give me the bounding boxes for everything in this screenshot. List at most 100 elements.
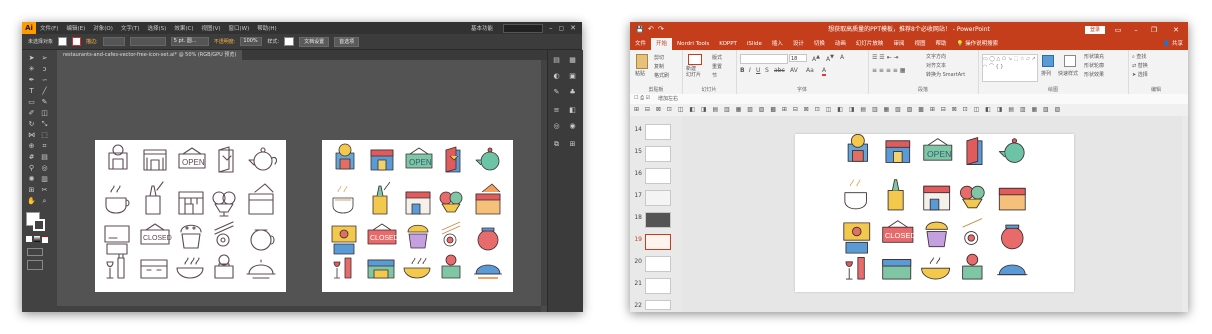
pen-tool-icon[interactable]: ✒	[27, 76, 36, 84]
align-text-button[interactable]: 对齐文本	[926, 62, 946, 69]
pp-slide-editor[interactable]: OPEN CLOSED	[682, 116, 1182, 312]
width-tool-icon[interactable]: ⋈	[27, 131, 36, 139]
grow-font-icon[interactable]: A▲	[812, 54, 820, 63]
rotate-tool-icon[interactable]: ↻	[27, 120, 36, 128]
reset-button[interactable]: 重置	[712, 63, 722, 70]
slide-thumbnail[interactable]	[645, 168, 671, 184]
paintbrush-tool-icon[interactable]: ✎	[40, 98, 49, 106]
tab-insert[interactable]: 插入	[767, 38, 788, 50]
slide-thumbnail[interactable]	[645, 212, 671, 228]
blend-tool-icon[interactable]: ◎	[40, 164, 49, 172]
tab-animations[interactable]: 动画	[830, 38, 851, 50]
tab-design[interactable]: 设计	[788, 38, 809, 50]
text-direction-button[interactable]: 文字方向	[926, 53, 946, 60]
char-spacing-icon[interactable]: AV	[790, 67, 798, 74]
qat-label[interactable]: 增加左右	[658, 95, 678, 102]
variable-width-field[interactable]	[129, 37, 166, 46]
swatches-panel-icon[interactable]: ▣	[568, 72, 577, 80]
layers-panel-icon[interactable]: ⧉	[552, 140, 561, 148]
maximize-icon[interactable]: ▢	[558, 25, 564, 32]
artboard-color-icons[interactable]: OPEN CLOSED	[322, 140, 513, 292]
preferences-button[interactable]: 首选项	[334, 36, 360, 47]
symbol-sprayer-tool-icon[interactable]: ✺	[27, 175, 36, 183]
slide-thumbnail[interactable]	[645, 146, 671, 162]
bullets-icon[interactable]: ☰ ☰ ⇤ ⇥	[872, 54, 899, 61]
tab-file[interactable]: 文件	[630, 38, 651, 50]
brushes-panel-icon[interactable]: ✎	[552, 88, 561, 96]
tab-slideshow[interactable]: 幻灯片放映	[851, 38, 889, 50]
artboard-outline-icons[interactable]: OPEN CLOSED	[95, 140, 286, 292]
tab-view[interactable]: 视图	[909, 38, 930, 50]
color-panel-icon[interactable]: ◐	[552, 72, 561, 80]
current-slide[interactable]: OPEN CLOSED	[795, 133, 1074, 292]
font-name-field[interactable]	[740, 54, 788, 64]
find-button[interactable]: ⌕ 查找	[1132, 53, 1146, 60]
perspective-grid-tool-icon[interactable]: ⌗	[40, 142, 49, 150]
drawing-mode-icon[interactable]	[27, 248, 43, 256]
shaper-tool-icon[interactable]: ✐	[27, 109, 36, 117]
hand-tool-icon[interactable]: ✋	[27, 197, 36, 205]
none-mode-icon[interactable]	[42, 236, 48, 243]
artboard-tool-icon[interactable]: ⊞	[27, 186, 36, 194]
slide-thumbnail[interactable]	[645, 278, 671, 294]
menu-help[interactable]: 帮助(H)	[253, 24, 280, 32]
tab-koppt[interactable]: KOPPT	[714, 38, 742, 50]
pp-slide-thumbnails[interactable]: 14 15 16 17 18 19 20 21 22	[630, 116, 683, 312]
gradient-mode-icon[interactable]	[34, 236, 40, 242]
copy-button[interactable]: 复制	[654, 63, 664, 70]
qat-icons[interactable]: ☐ ⎙ ☑	[634, 95, 650, 101]
ribbon-display-icon[interactable]: ▭	[1110, 22, 1126, 38]
menu-type[interactable]: 文字(T)	[117, 24, 144, 32]
slice-tool-icon[interactable]: ✂	[40, 186, 49, 194]
ai-document-tab[interactable]: restaurants-and-cafes-vector-free-icon-s…	[57, 50, 243, 60]
tab-transitions[interactable]: 切换	[809, 38, 830, 50]
change-case-icon[interactable]: Aa	[806, 67, 814, 74]
maximize-icon[interactable]: ❐	[1146, 22, 1162, 38]
line-tool-icon[interactable]: ╱	[40, 87, 49, 95]
align-icons[interactable]: ≡ ≡ ≡ ≡ ▦	[872, 67, 905, 74]
shape-builder-tool-icon[interactable]: ⊕	[27, 142, 36, 150]
ai-horizontal-scrollbar[interactable]	[57, 306, 541, 312]
shape-fill-button[interactable]: 形状填充	[1084, 53, 1104, 60]
convert-smartart-button[interactable]: 转换为 SmartArt	[926, 71, 965, 78]
arrange-button[interactable]: 排列	[1041, 70, 1051, 77]
workspace-switcher[interactable]: 基本功能	[467, 24, 497, 32]
stroke-weight-field[interactable]	[102, 37, 125, 46]
free-transform-tool-icon[interactable]: ⬚	[40, 131, 49, 139]
column-graph-tool-icon[interactable]: ▥	[40, 175, 49, 183]
shadow-icon[interactable]: S	[765, 67, 769, 74]
arrange-icon[interactable]	[1042, 55, 1054, 67]
stroke-panel-icon[interactable]: ≡	[552, 106, 561, 114]
ai-search-input[interactable]	[502, 23, 543, 33]
select-button[interactable]: ➤ 选择	[1132, 71, 1148, 78]
slide-thumbnail[interactable]	[645, 190, 671, 206]
curvature-tool-icon[interactable]: ∽	[40, 76, 49, 84]
slide-thumbnail[interactable]	[645, 256, 671, 272]
brush-field[interactable]: 5 pt. 圆...	[170, 37, 209, 46]
close-icon[interactable]: ✕	[1168, 22, 1184, 38]
tab-help[interactable]: 帮助	[930, 38, 951, 50]
tab-nordri-tools[interactable]: Nordri Tools	[672, 38, 714, 50]
document-setup-button[interactable]: 文档设置	[299, 36, 330, 47]
minimize-icon[interactable]: –	[549, 24, 553, 32]
new-slide-icon[interactable]	[688, 54, 702, 65]
shapes-gallery[interactable]: ▭ ◯ △ ⬠ ↘ ⬚ ☆ ▱ ↗ ◠ ⌒ { }	[982, 54, 1038, 82]
menu-object[interactable]: 对象(O)	[89, 24, 117, 32]
magic-wand-tool-icon[interactable]: ✳	[27, 65, 36, 73]
tell-me-search[interactable]: 💡 操作说明搜索	[951, 38, 1003, 50]
libraries-panel-icon[interactable]: ▦	[568, 56, 577, 64]
zoom-tool-icon[interactable]: ⌕	[40, 197, 49, 205]
shrink-font-icon[interactable]: A▼	[826, 54, 834, 63]
transparency-panel-icon[interactable]: ◎	[552, 122, 561, 130]
minimize-icon[interactable]: –	[1128, 22, 1144, 38]
cut-button[interactable]: 剪切	[654, 54, 664, 61]
paste-icon[interactable]	[636, 54, 648, 69]
font-size-field[interactable]: 18	[789, 54, 807, 62]
menu-file[interactable]: 文件(F)	[36, 24, 62, 32]
tab-review[interactable]: 审阅	[888, 38, 909, 50]
menu-window[interactable]: 窗口(W)	[225, 24, 254, 32]
paste-button[interactable]: 粘贴	[635, 70, 645, 77]
selection-tool-icon[interactable]: ➤	[27, 54, 36, 62]
lasso-tool-icon[interactable]: ↄ	[40, 65, 49, 73]
menu-view[interactable]: 视图(V)	[197, 24, 224, 32]
